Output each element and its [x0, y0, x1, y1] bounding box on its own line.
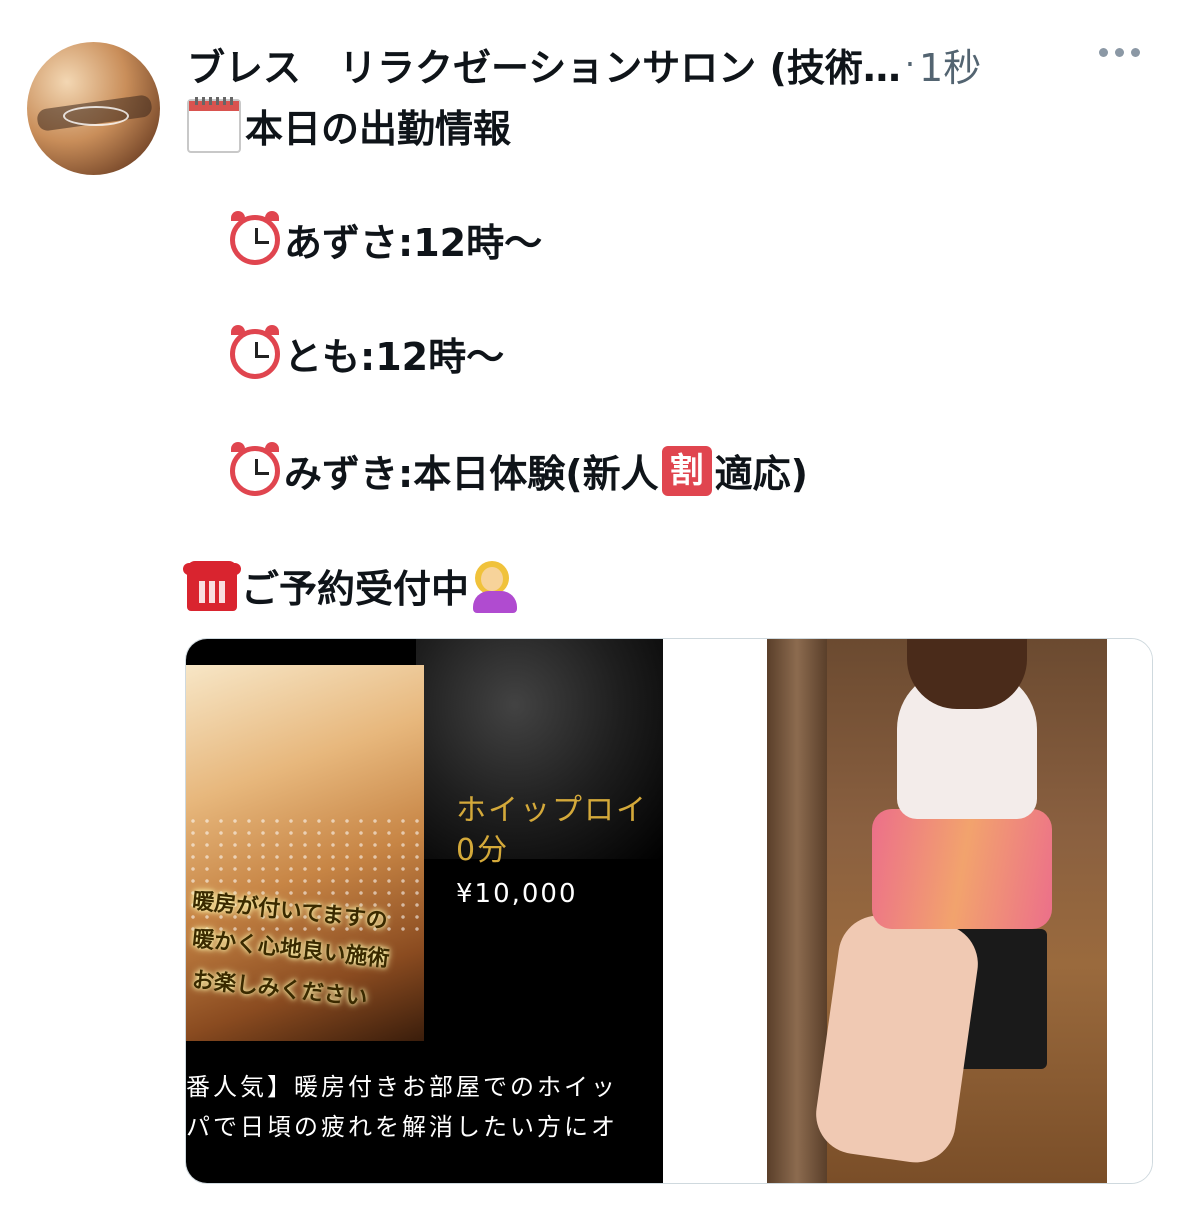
staff-photo: [767, 639, 1107, 1183]
tweet-line-shift1: あずさ:12時〜: [230, 210, 543, 267]
shift2-text: とも:12時〜: [284, 335, 505, 379]
media-image-2[interactable]: [663, 639, 1152, 1183]
media-image-1[interactable]: 暖房が付いてますの 暖かく心地良い施術 お楽しみください ホイップロイ 0分 ¥…: [186, 639, 663, 1183]
treatment-photo: 暖房が付いてますの 暖かく心地良い施術 お楽しみください: [186, 665, 424, 1041]
skirt: [872, 809, 1052, 929]
menu-title-line-2: 0分: [456, 833, 510, 868]
menu-description: 番人気】暖房付きお部屋でのホイッ パで日頃の疲れを解消したい方にオ: [186, 1067, 663, 1147]
alarm-clock-icon: [230, 441, 280, 496]
avatar-watermark-logo: [63, 106, 129, 126]
shift3-text-pre: みずき:本日体験(新人: [284, 452, 659, 496]
tweet-line-shift3: みずき:本日体験(新人 割 適応): [230, 441, 808, 498]
shift3-text-post: 適応): [714, 452, 808, 496]
alarm-clock-icon: [230, 210, 280, 265]
header-separator: ·: [904, 45, 916, 83]
woman-tipping-hand-icon: [469, 560, 519, 613]
shift1-text: あずさ:12時〜: [284, 221, 543, 265]
tweet-line-shift2: とも:12時〜: [230, 324, 505, 381]
telephone-icon: [183, 560, 241, 611]
author-name[interactable]: ブレス リラクゼーションサロン (技術…: [187, 37, 901, 92]
menu-description-line-2: パで日頃の疲れを解消したい方にオ: [186, 1113, 618, 1141]
calendar-icon: [187, 96, 241, 153]
menu-description-line-1: 番人気】暖房付きお部屋でのホイッ: [186, 1073, 618, 1101]
tweet-line-title: 本日の出勤情報: [187, 96, 512, 153]
media-card[interactable]: 暖房が付いてますの 暖かく心地良い施術 お楽しみください ホイップロイ 0分 ¥…: [185, 638, 1153, 1184]
title-text: 本日の出勤情報: [245, 107, 512, 151]
alarm-clock-icon: [230, 324, 280, 379]
menu-price: ¥10,000: [456, 879, 578, 909]
menu-title-line-1: ホイップロイ: [456, 793, 648, 828]
legs: [810, 910, 984, 1168]
author-avatar[interactable]: [27, 42, 160, 175]
tweet-line-reserve: ご予約受付中: [183, 558, 523, 613]
tweet-header: ブレス リラクゼーションサロン (技術… · 1秒: [187, 38, 1152, 90]
photo-caption-line-3: お楽しみください: [190, 967, 369, 1012]
menu-title: ホイップロイ 0分: [456, 791, 663, 871]
tweet-timestamp[interactable]: 1秒: [919, 37, 981, 92]
reserve-text: ご予約受付中: [241, 567, 470, 611]
discount-badge-icon: 割: [661, 445, 712, 496]
more-options-icon[interactable]: [1099, 48, 1140, 57]
